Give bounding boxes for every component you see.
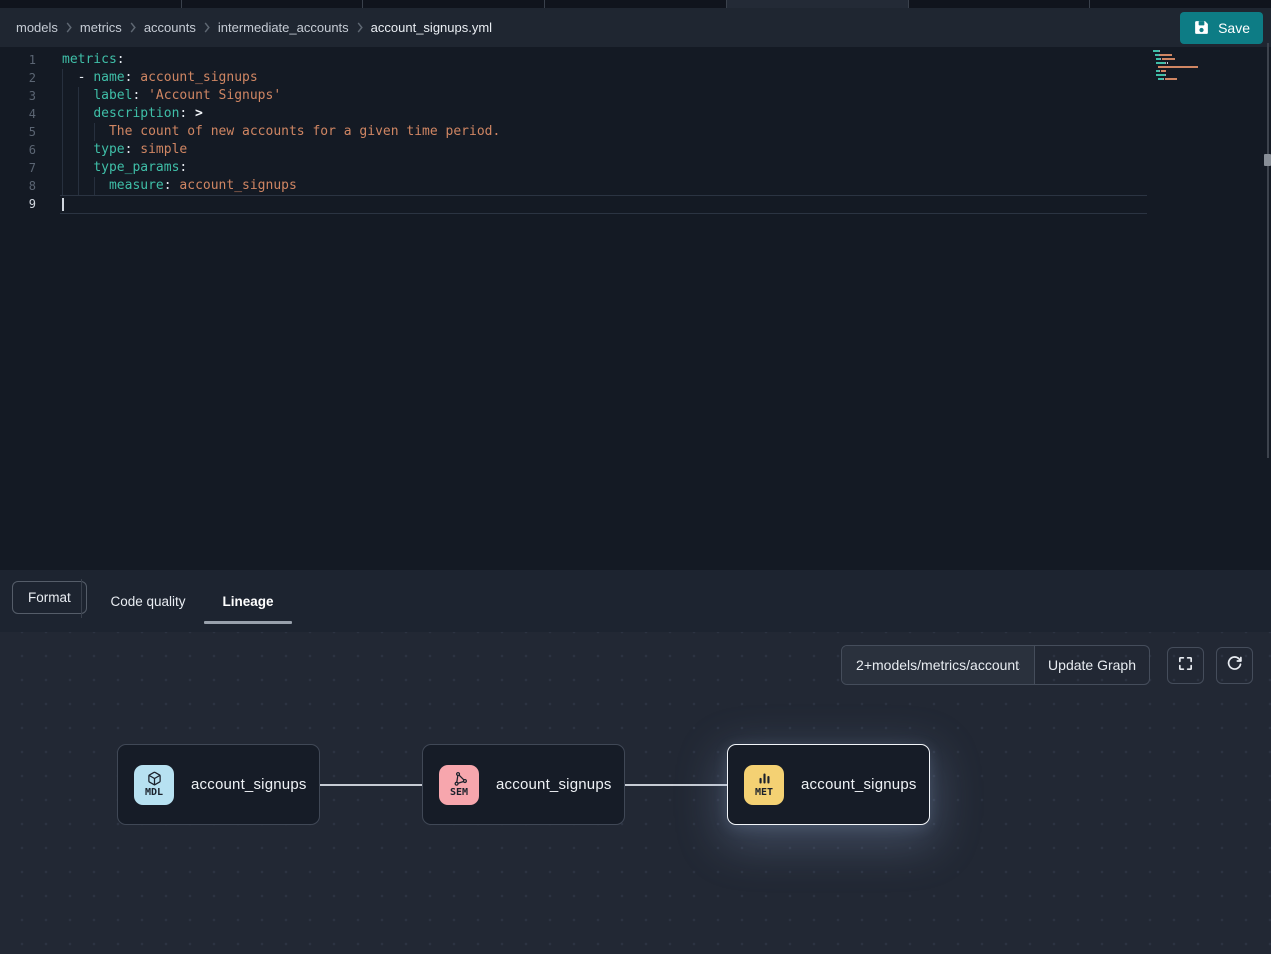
line-number: 4 xyxy=(0,105,36,123)
node-type-label: SEM xyxy=(450,787,468,798)
app-window: models metrics accounts intermediate_accoun… xyxy=(0,0,1271,954)
code-line[interactable]: 6 type: simple xyxy=(0,141,1271,159)
breadcrumb-item[interactable]: metrics xyxy=(80,20,122,35)
code-text: - name: account_signups xyxy=(62,69,258,87)
minimap-line xyxy=(1153,82,1257,84)
breadcrumb-bar: models metrics accounts intermediate_accoun… xyxy=(0,8,1271,47)
minimap-line xyxy=(1153,62,1257,64)
lineage-selector-input[interactable] xyxy=(842,646,1034,684)
breadcrumb-item[interactable]: accounts xyxy=(144,20,196,35)
panel-tab-bar: Format Code qualityLineage xyxy=(0,570,1271,632)
node-label: account_signups xyxy=(191,776,307,793)
code-text: label: 'Account Signups' xyxy=(62,87,281,105)
lineage-node-met[interactable]: MET account_signups xyxy=(727,744,930,825)
file-tab-4[interactable] xyxy=(545,0,727,8)
code-editor[interactable]: 1metrics:2 - name: account_signups3 labe… xyxy=(0,47,1271,570)
node-type-label: MET xyxy=(755,787,773,798)
file-tab-6[interactable] xyxy=(909,0,1091,8)
refresh-button[interactable] xyxy=(1216,647,1253,684)
lineage-node-sem[interactable]: SEM account_signups xyxy=(422,744,625,825)
code-line[interactable]: 2 - name: account_signups xyxy=(0,69,1271,87)
node-label: account_signups xyxy=(801,776,917,793)
tab-lineage[interactable]: Lineage xyxy=(204,570,292,632)
minimap-line xyxy=(1153,74,1257,76)
file-tab-5[interactable] xyxy=(727,0,909,8)
line-number: 2 xyxy=(0,69,36,87)
lineage-edge xyxy=(625,784,727,786)
model-cube-icon: MDL xyxy=(134,765,174,805)
chevron-right-icon xyxy=(356,22,364,33)
indent-guide xyxy=(78,87,79,195)
lineage-node-mdl[interactable]: MDL account_signups xyxy=(117,744,320,825)
minimap-line xyxy=(1153,54,1257,56)
file-tab-1[interactable] xyxy=(0,0,182,8)
semantic-model-icon: SEM xyxy=(439,765,479,805)
bottom-panel: Format Code qualityLineage Update Graph xyxy=(0,570,1271,954)
line-number: 5 xyxy=(0,123,36,141)
code-line[interactable]: 5 The count of new accounts for a given … xyxy=(0,123,1271,141)
minimap-line xyxy=(1153,50,1257,52)
panel-resize-handle[interactable] xyxy=(1267,43,1269,458)
save-button[interactable]: Save xyxy=(1180,12,1263,44)
code-line[interactable]: 8 measure: account_signups xyxy=(0,177,1271,195)
lineage-canvas[interactable]: Update Graph xyxy=(0,632,1271,954)
chevron-right-icon xyxy=(203,22,211,33)
breadcrumb-item[interactable]: account_signups.yml xyxy=(371,20,492,35)
text-cursor xyxy=(62,198,64,211)
indent-guide xyxy=(62,69,63,195)
code-text: type: simple xyxy=(62,141,187,159)
fullscreen-button[interactable] xyxy=(1167,647,1204,684)
lineage-toolbar: Update Graph xyxy=(841,645,1253,685)
file-tab-2[interactable] xyxy=(182,0,364,8)
code-text: measure: account_signups xyxy=(62,177,297,195)
chevron-right-icon xyxy=(129,22,137,33)
code-line[interactable]: 4 description: > xyxy=(0,105,1271,123)
node-type-label: MDL xyxy=(145,787,163,798)
line-number: 1 xyxy=(0,51,36,69)
scrollbar-grip[interactable] xyxy=(1264,154,1271,166)
breadcrumb-item[interactable]: intermediate_accounts xyxy=(218,20,349,35)
code-lines[interactable]: 1metrics:2 - name: account_signups3 labe… xyxy=(0,51,1271,213)
file-tab-strip xyxy=(0,0,1271,8)
breadcrumb-item[interactable]: models xyxy=(16,20,58,35)
minimap[interactable] xyxy=(1153,50,1257,86)
save-label: Save xyxy=(1218,20,1250,36)
minimap-line xyxy=(1153,78,1257,80)
code-text: type_params: xyxy=(62,159,187,177)
minimap-line xyxy=(1153,58,1257,60)
breadcrumb: models metrics accounts intermediate_accoun… xyxy=(16,20,492,35)
line-number: 3 xyxy=(0,87,36,105)
update-graph-button[interactable]: Update Graph xyxy=(1034,646,1149,684)
tab-code-quality[interactable]: Code quality xyxy=(104,570,192,632)
lineage-edge xyxy=(320,784,422,786)
save-icon xyxy=(1193,19,1210,36)
line-number: 6 xyxy=(0,141,36,159)
format-button[interactable]: Format xyxy=(12,581,87,614)
code-line[interactable]: 3 label: 'Account Signups' xyxy=(0,87,1271,105)
line-number: 8 xyxy=(0,177,36,195)
code-text: The count of new accounts for a given ti… xyxy=(62,123,500,141)
code-text: metrics: xyxy=(62,51,125,69)
active-line-highlight xyxy=(60,195,1147,214)
panel-tabs: Code qualityLineage xyxy=(104,570,292,632)
indent-guide xyxy=(94,123,95,141)
fullscreen-icon xyxy=(1177,655,1194,675)
code-line[interactable]: 7 type_params: xyxy=(0,159,1271,177)
code-text: description: > xyxy=(62,105,203,123)
line-number: 9 xyxy=(0,195,36,213)
node-label: account_signups xyxy=(496,776,612,793)
line-number: 7 xyxy=(0,159,36,177)
code-line[interactable]: 1 metrics: xyxy=(0,51,1271,69)
tab-bar-divider xyxy=(81,579,82,618)
minimap-line xyxy=(1153,66,1257,68)
lineage-selector-group: Update Graph xyxy=(841,645,1150,685)
file-tab-7[interactable] xyxy=(1090,0,1271,8)
indent-guide xyxy=(94,177,95,195)
minimap-line xyxy=(1153,70,1257,72)
file-tab-3[interactable] xyxy=(363,0,545,8)
refresh-icon xyxy=(1226,655,1243,675)
chevron-right-icon xyxy=(65,22,73,33)
metric-chart-icon: MET xyxy=(744,765,784,805)
